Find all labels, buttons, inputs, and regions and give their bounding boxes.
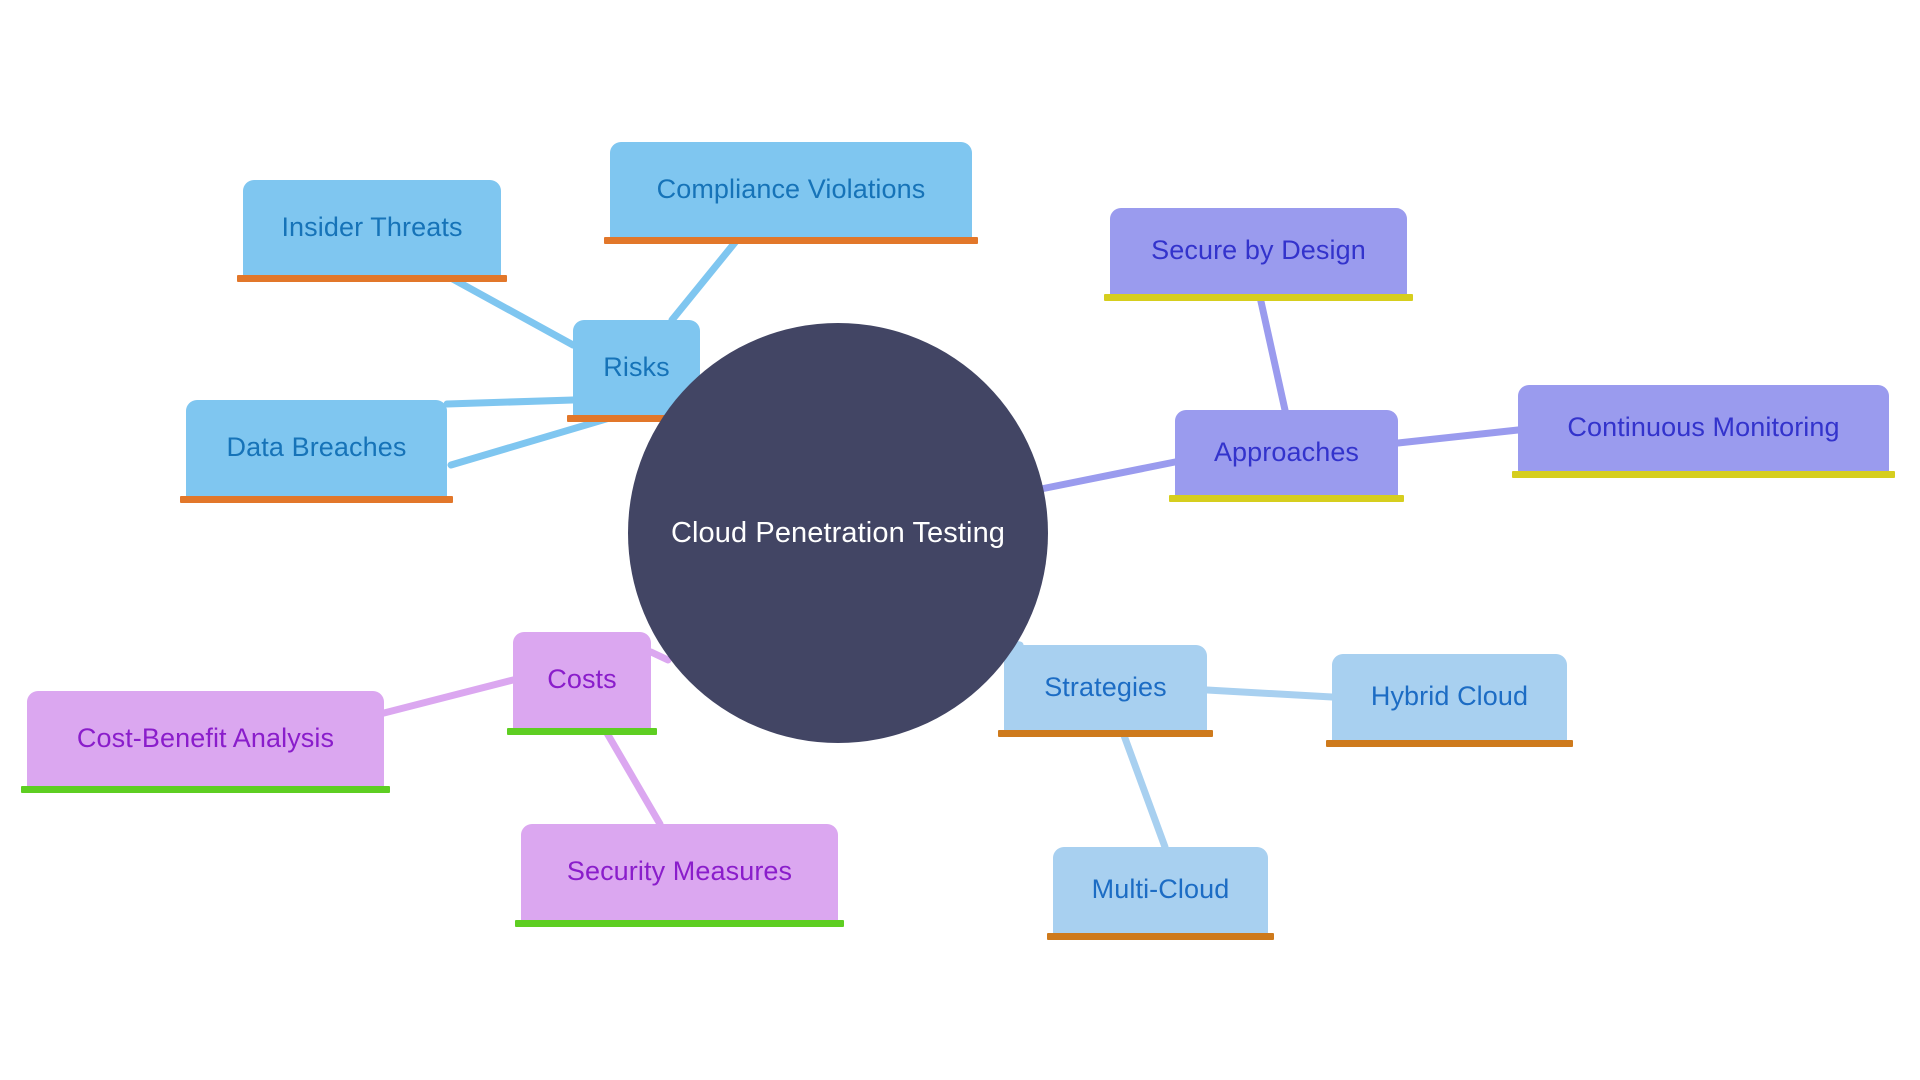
node-label-multi-cloud: Multi-Cloud [1091,874,1230,905]
mind-map-canvas: Cloud Penetration Testing Risks Insider Th… [0,0,1920,1080]
node-underline-strategies [998,730,1213,737]
node-underline-secure-by-design [1104,294,1413,301]
node-underline-compliance-violations [604,237,978,244]
node-label-data-breaches: Data Breaches [226,432,407,463]
node-label-cost-benefit-analysis: Cost-Benefit Analysis [76,722,335,753]
leaf-node-continuous-monitoring[interactable]: Continuous Monitoring [1518,385,1889,471]
node-label-hybrid-cloud: Hybrid Cloud [1370,681,1529,712]
leaf-node-security-measures[interactable]: Security Measures [521,824,838,920]
root-node[interactable]: Cloud Penetration Testing [628,323,1048,743]
node-label-risks: Risks [603,351,670,382]
leaf-node-insider-threats[interactable]: Insider Threats [243,180,501,275]
node-underline-hybrid-cloud [1326,740,1573,747]
leaf-node-data-breaches[interactable]: Data Breaches [186,400,447,496]
node-label-strategies: Strategies [1044,671,1167,702]
branch-node-approaches[interactable]: Approaches [1175,410,1398,495]
node-label-compliance-violations: Compliance Violations [656,173,926,204]
node-underline-security-measures [515,920,844,927]
node-underline-approaches [1169,495,1404,502]
node-underline-multi-cloud [1047,933,1274,940]
root-node-label: Cloud Penetration Testing [670,516,1006,549]
node-underline-cost-benefit-analysis [21,786,390,793]
node-label-approaches: Approaches [1213,436,1360,467]
node-label-continuous-monitoring: Continuous Monitoring [1567,412,1840,443]
node-label-insider-threats: Insider Threats [281,211,463,242]
leaf-node-cost-benefit-analysis[interactable]: Cost-Benefit Analysis [27,691,384,786]
branch-node-costs[interactable]: Costs [513,632,651,728]
node-underline-continuous-monitoring [1512,471,1895,478]
node-layer: Cloud Penetration Testing Risks Insider Th… [0,0,1920,1080]
leaf-node-compliance-violations[interactable]: Compliance Violations [610,142,972,237]
node-label-security-measures: Security Measures [566,856,793,887]
node-underline-data-breaches [180,496,453,503]
branch-node-strategies[interactable]: Strategies [1004,645,1207,730]
leaf-node-multi-cloud[interactable]: Multi-Cloud [1053,847,1268,933]
leaf-node-hybrid-cloud[interactable]: Hybrid Cloud [1332,654,1567,740]
node-label-costs: Costs [547,664,617,695]
node-label-secure-by-design: Secure by Design [1151,235,1366,266]
node-underline-costs [507,728,657,735]
node-underline-insider-threats [237,275,507,282]
leaf-node-secure-by-design[interactable]: Secure by Design [1110,208,1407,294]
